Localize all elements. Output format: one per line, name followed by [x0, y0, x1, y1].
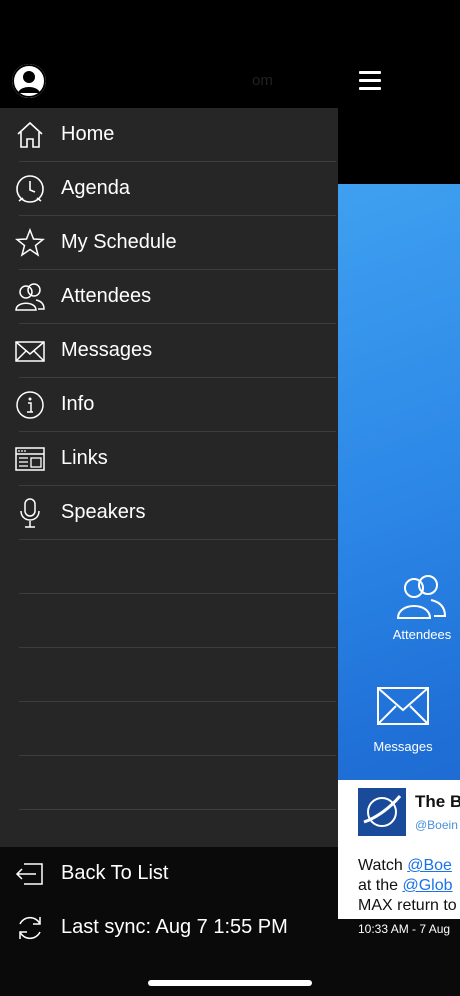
people-icon [396, 575, 447, 619]
menu-item-home[interactable]: Home [0, 108, 338, 162]
menu-item-label: Links [61, 447, 108, 469]
side-drawer: Home Agenda My Schedule Attendees Messag… [0, 108, 338, 847]
attendees-tile-label: Attendees [392, 627, 452, 642]
home-icon [17, 121, 43, 148]
tweet-card[interactable]: The B @Boein Watch @Boe at the @Glob MAX… [338, 780, 460, 919]
back-to-list-button[interactable]: Back To List [0, 847, 338, 901]
tweet-author-name: The B [415, 792, 460, 811]
tweet-author-handle[interactable]: @Boein [415, 818, 458, 832]
last-sync-label: Last sync: Aug 7 1:55 PM [61, 916, 288, 938]
attendees-tile[interactable]: Attendees [390, 572, 454, 642]
tweet-mention-link[interactable]: @Glob [402, 877, 452, 894]
exit-icon [15, 863, 43, 885]
menu-item-messages[interactable]: Messages [0, 324, 338, 378]
messages-tile-label: Messages [373, 739, 433, 754]
people-icon [15, 283, 45, 311]
divider [19, 647, 336, 648]
browser-icon [15, 447, 45, 471]
menu-item-agenda[interactable]: Agenda [0, 162, 338, 216]
info-icon [16, 391, 44, 419]
envelope-icon [377, 687, 429, 725]
tweet-text: Watch @Boe at the @Glob MAX return to [358, 857, 457, 914]
menu-item-label: Agenda [61, 177, 130, 199]
star-icon [14, 227, 46, 257]
globe-logo-icon [363, 795, 402, 827]
divider [19, 755, 336, 756]
divider [19, 593, 336, 594]
menu-item-label: Messages [61, 339, 153, 361]
messages-tile[interactable]: Messages [368, 684, 438, 754]
menu-item-label: My Schedule [61, 231, 177, 253]
menu-item-label: Attendees [61, 285, 152, 307]
menu-item-links[interactable]: Links [0, 432, 338, 486]
divider [19, 539, 336, 540]
sync-button[interactable]: Last sync: Aug 7 1:55 PM [0, 901, 338, 955]
top-bar: om [0, 0, 460, 108]
drawer-footer: Back To List Last sync: Aug 7 1:55 PM [0, 847, 338, 996]
microphone-icon [20, 498, 40, 528]
back-to-list-label: Back To List [61, 862, 169, 884]
menu-item-info[interactable]: Info [0, 378, 338, 432]
divider [19, 809, 336, 810]
envelope-icon [15, 341, 45, 362]
menu-item-label: Speakers [61, 501, 146, 523]
menu-item-attendees[interactable]: Attendees [0, 270, 338, 324]
divider [19, 701, 336, 702]
hamburger-menu-icon[interactable] [359, 71, 381, 91]
user-silhouette-icon [12, 64, 46, 98]
menu-item-label: Home [61, 123, 115, 145]
tweet-avatar [358, 788, 406, 836]
menu-item-my-schedule[interactable]: My Schedule [0, 216, 338, 270]
menu-item-speakers[interactable]: Speakers [0, 486, 338, 540]
tweet-mention-link[interactable]: @Boe [407, 857, 452, 874]
tweet-timestamp: 10:33 AM - 7 Aug [358, 922, 451, 936]
avatar[interactable] [12, 64, 46, 98]
home-indicator[interactable] [148, 980, 312, 986]
background-home-screen: Attendees Messages The B @Boein Watch @B… [338, 184, 460, 919]
menu-item-label: Info [61, 393, 95, 415]
user-email: om [252, 72, 273, 89]
sync-icon [19, 916, 41, 940]
clock-icon [16, 175, 44, 203]
